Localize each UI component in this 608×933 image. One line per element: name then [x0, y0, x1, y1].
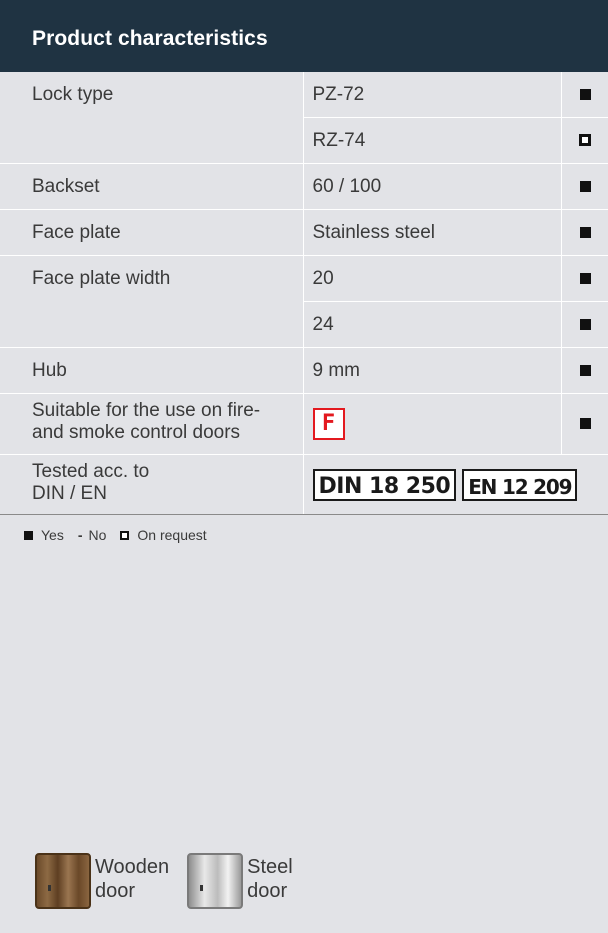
door-label-line: door — [247, 880, 288, 902]
section-header: Product characteristics — [0, 0, 608, 72]
yes-marker-icon — [579, 364, 591, 376]
row-value: RZ-74 — [302, 117, 561, 164]
legend-on-request: On request — [120, 527, 207, 543]
door-label-line: Steel — [247, 856, 293, 878]
table-row: Face plate Stainless steel — [0, 209, 608, 256]
din-standard-badge: DIN 18 250 — [312, 468, 457, 501]
yes-marker-icon — [24, 530, 33, 540]
legend-no: - No — [78, 527, 107, 543]
yes-marker-icon — [579, 88, 591, 100]
row-label: Suitable for the use on fire- and smoke … — [0, 393, 303, 455]
row-label: Lock type — [0, 72, 303, 164]
row-label-line: and smoke control doors — [32, 422, 241, 443]
table-row: Hub 9 mm — [0, 347, 608, 394]
table-row: Backset 60 / 100 — [0, 163, 608, 210]
row-label: Face plate width — [0, 255, 303, 348]
table-row: Lock type PZ-72 — [0, 72, 608, 164]
steel-door-icon — [187, 853, 244, 909]
row-label: Hub — [0, 347, 303, 394]
table-row: Face plate width 20 — [0, 255, 608, 348]
door-type-wooden: Wooden door — [35, 853, 169, 909]
yes-marker-icon — [579, 272, 591, 284]
door-label-line: door — [95, 880, 136, 902]
row-label: Tested acc. to DIN / EN — [0, 454, 303, 515]
yes-marker-icon — [579, 418, 591, 430]
row-value: 20 — [302, 255, 561, 302]
characteristics-table: Lock type PZ-72 RZ-74 Backset 60 / 100 F… — [0, 72, 608, 515]
wooden-door-icon — [35, 853, 91, 909]
legend: Yes - No On request — [24, 527, 221, 543]
on-request-marker-icon — [579, 134, 591, 147]
row-value: PZ-72 — [302, 72, 561, 118]
table-row: Tested acc. to DIN / EN DIN 18 250 EN 12… — [0, 454, 608, 515]
row-label: Backset — [0, 163, 303, 210]
door-label-line: Wooden — [95, 856, 170, 878]
no-marker-icon: - — [77, 527, 83, 543]
row-value: 9 mm — [302, 347, 561, 394]
legend-yes-label: Yes — [41, 527, 64, 543]
row-value: Stainless steel — [302, 209, 561, 256]
yes-marker-icon — [579, 318, 591, 330]
on-request-marker-icon — [120, 530, 130, 540]
row-label-line: DIN / EN — [32, 483, 107, 504]
row-label-line: Tested acc. to — [32, 461, 150, 482]
row-value: 24 — [302, 301, 561, 348]
section-title: Product characteristics — [32, 27, 268, 50]
fire-door-badge: F — [312, 408, 345, 440]
row-label: Face plate — [0, 209, 303, 256]
yes-marker-icon — [579, 180, 591, 192]
door-type-steel: Steel door — [187, 853, 293, 909]
yes-marker-icon — [579, 226, 591, 238]
door-types: Wooden door Steel door — [35, 853, 311, 909]
en-standard-badge: EN 12 209 — [462, 468, 578, 501]
legend-no-label: No — [88, 527, 107, 543]
table-row: Suitable for the use on fire- and smoke … — [0, 393, 608, 455]
legend-on-request-label: On request — [137, 527, 207, 543]
legend-yes: Yes — [24, 527, 64, 543]
row-label-line: Suitable for the use on fire- — [32, 400, 261, 421]
row-value: 60 / 100 — [302, 163, 561, 210]
